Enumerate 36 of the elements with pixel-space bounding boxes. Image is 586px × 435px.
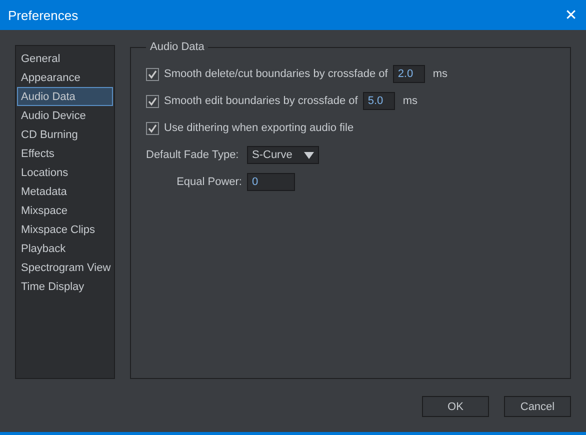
input-field[interactable]: 0 — [247, 173, 295, 191]
option-label: Smooth delete/cut boundaries by crossfade of — [164, 68, 388, 80]
category-item[interactable]: General — [17, 49, 113, 68]
category-item[interactable]: CD Burning — [17, 125, 113, 144]
caret-icon — [304, 152, 314, 158]
close-button[interactable]: ✕ — [556, 0, 586, 30]
checkbox[interactable] — [146, 68, 159, 80]
category-item[interactable]: Time Display — [17, 277, 113, 296]
dialog-button[interactable]: Cancel — [504, 396, 571, 417]
field-label: Equal Power: — [176, 176, 242, 188]
category-item[interactable]: Mixspace — [17, 201, 113, 220]
option-label: Smooth edit boundaries by crossfade of — [164, 95, 358, 107]
category-item[interactable]: Mixspace Clips — [17, 220, 113, 239]
checkbox[interactable] — [146, 122, 159, 134]
category-item[interactable]: Audio Device — [17, 106, 113, 125]
category-item[interactable]: Audio Data — [17, 87, 113, 106]
field-label: Default Fade Type: — [146, 149, 240, 161]
unit-label: ms — [432, 68, 448, 80]
category-item[interactable]: Appearance — [17, 68, 113, 87]
group-title: Audio Data — [146, 41, 208, 53]
window-title: Preferences — [7, 8, 78, 22]
category-item[interactable]: Locations — [17, 163, 113, 182]
input-field[interactable]: 2.0 — [392, 65, 425, 83]
check-icon — [148, 96, 157, 106]
unit-label: ms — [402, 95, 418, 107]
category-item[interactable]: Spectrogram View — [17, 258, 113, 277]
category-item[interactable]: Playback — [17, 239, 113, 258]
dialog-button[interactable]: OK — [422, 396, 489, 417]
checkbox[interactable] — [146, 94, 159, 108]
check-icon — [148, 124, 157, 132]
option-label: Use dithering when exporting audio file — [164, 122, 354, 134]
category-item[interactable]: Metadata — [17, 182, 113, 201]
check-icon — [148, 70, 157, 78]
dropdown[interactable]: S-Curve — [247, 146, 319, 164]
category-item[interactable]: Effects — [17, 144, 113, 163]
input-field[interactable]: 5.0 — [362, 92, 395, 110]
